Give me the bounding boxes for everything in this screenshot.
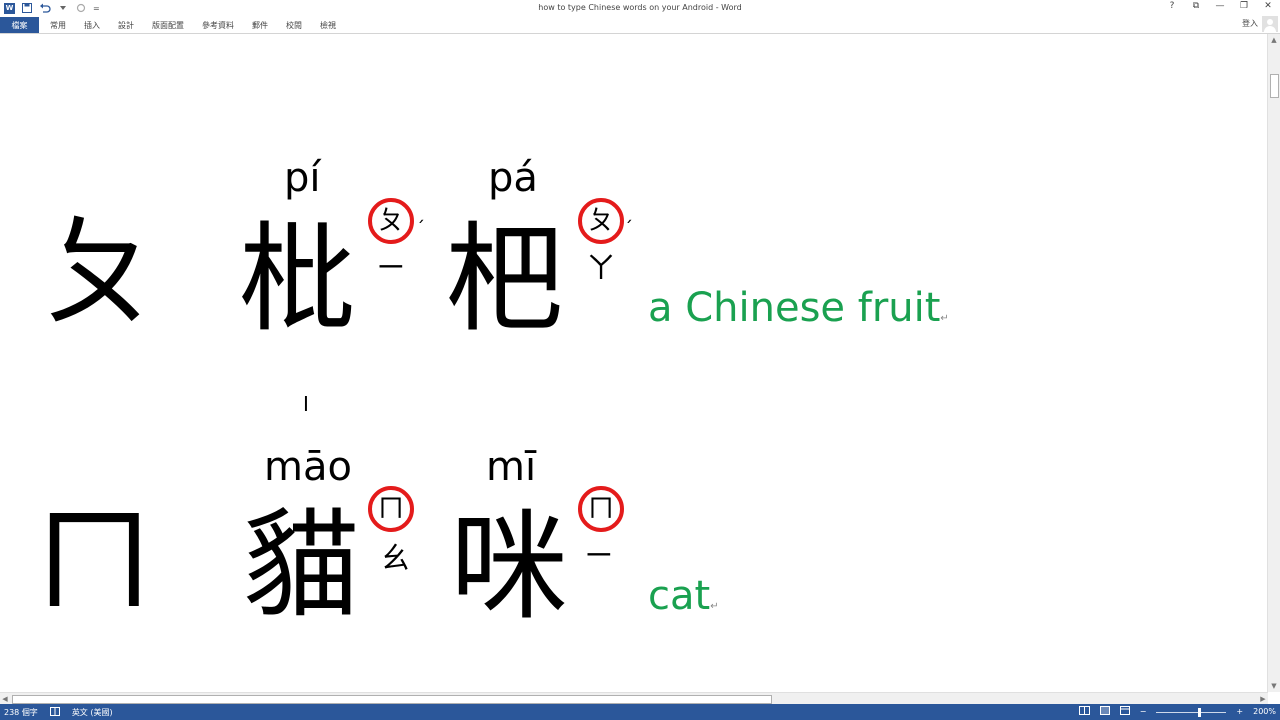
title-bar: W = how to type Chinese words on your An… <box>0 0 1280 16</box>
row1-char1-final: ㄧ <box>376 251 406 286</box>
read-mode-icon[interactable] <box>1078 706 1090 717</box>
row1-char1-pinyin: pí <box>284 155 321 201</box>
word-count[interactable]: 238 個字 <box>4 707 38 718</box>
vertical-scroll-thumb[interactable] <box>1270 74 1279 98</box>
row1-char2-tone: ˊ <box>624 218 633 239</box>
row2-char1-hanzi: 貓 <box>242 496 361 634</box>
text-cursor-icon: I <box>303 392 309 416</box>
row2-char1-final: ㄠ <box>380 541 410 576</box>
row2-char1-pinyin: māo <box>264 444 352 490</box>
row2-initial-bopomofo: ㄇ <box>34 492 154 631</box>
row1-char1-tone: ˊ <box>416 218 425 239</box>
ribbon-display-button[interactable]: ⧉ <box>1190 1 1202 11</box>
tab-layout[interactable]: 版面配置 <box>152 20 184 31</box>
row2-char2-hanzi: 咪 <box>450 498 569 636</box>
zoom-in-button[interactable]: + <box>1236 707 1243 716</box>
scroll-down-icon[interactable]: ▼ <box>1268 682 1280 692</box>
paragraph-mark: ↵ <box>710 601 719 612</box>
zoom-slider[interactable] <box>1156 707 1227 717</box>
language-indicator[interactable]: 英文 (美國) <box>72 707 113 718</box>
avatar[interactable] <box>1262 16 1278 32</box>
tab-view[interactable]: 檢視 <box>320 20 336 31</box>
paragraph-mark: ↵ <box>940 313 949 324</box>
row2-char1-circled-initial: ㄇ <box>368 486 414 532</box>
tab-list: 常用 插入 設計 版面配置 參考資料 郵件 校閱 檢視 <box>50 20 354 31</box>
zoom-out-button[interactable]: − <box>1140 707 1147 716</box>
tab-review[interactable]: 校閱 <box>286 20 302 31</box>
window-title: how to type Chinese words on your Androi… <box>538 3 742 12</box>
row1-char2-pinyin: pá <box>488 155 538 201</box>
close-button[interactable]: ✕ <box>1262 1 1274 11</box>
tab-file[interactable]: 檔案 <box>0 17 39 33</box>
proofing-icon[interactable] <box>49 707 60 718</box>
zoom-level[interactable]: 200% <box>1253 707 1276 716</box>
row2-meaning: cat↵ <box>648 576 719 616</box>
row1-meaning: a Chinese fruit↵ <box>648 288 949 328</box>
zoom-slider-track <box>1156 711 1227 713</box>
vertical-scrollbar[interactable]: ▲ ▼ <box>1267 34 1280 692</box>
row2-meaning-text: cat <box>648 573 711 619</box>
restore-button[interactable]: ❐ <box>1238 1 1250 11</box>
tab-home[interactable]: 常用 <box>50 20 66 31</box>
row2-char2-pinyin: mī <box>486 444 537 490</box>
status-bar: 238 個字 英文 (美國) − + 200% <box>0 704 1280 720</box>
sign-in-link[interactable]: 登入 <box>1242 18 1258 29</box>
ribbon-tabs: 檔案 常用 插入 設計 版面配置 參考資料 郵件 校閱 檢視 登入 <box>0 16 1280 34</box>
print-layout-icon[interactable] <box>1099 706 1110 717</box>
scroll-up-icon[interactable]: ▲ <box>1268 36 1280 46</box>
row1-char2-final: ㄚ <box>586 251 616 286</box>
tab-references[interactable]: 參考資料 <box>202 20 234 31</box>
row1-char1-hanzi: 枇 <box>238 210 357 348</box>
document-canvas[interactable]: ㄆ pí 枇 ㄆ ˊ ㄧ pá 杷 ㄆ ˊ ㄚ a Chinese fruit↵… <box>0 34 1268 692</box>
row2-char2-final: ㄧ <box>584 539 614 574</box>
row1-char2-hanzi: 杷 <box>446 210 565 348</box>
row2-char2-circled-initial: ㄇ <box>578 486 624 532</box>
row1-char1-circled-initial: ㄆ <box>368 198 414 244</box>
help-button[interactable]: ? <box>1166 1 1178 11</box>
tab-mailings[interactable]: 郵件 <box>252 20 268 31</box>
minimize-button[interactable]: — <box>1214 1 1226 11</box>
web-layout-icon[interactable] <box>1119 706 1130 717</box>
window-controls: ? ⧉ — ❐ ✕ <box>1166 1 1274 11</box>
row1-char2-circled-initial: ㄆ <box>578 198 624 244</box>
tab-design[interactable]: 設計 <box>118 20 134 31</box>
zoom-slider-knob[interactable] <box>1197 707 1201 717</box>
horizontal-scroll-thumb[interactable] <box>12 695 772 704</box>
tab-insert[interactable]: 插入 <box>84 20 100 31</box>
row1-initial-bopomofo: ㄆ <box>40 204 160 343</box>
row1-meaning-text: a Chinese fruit <box>648 285 941 331</box>
